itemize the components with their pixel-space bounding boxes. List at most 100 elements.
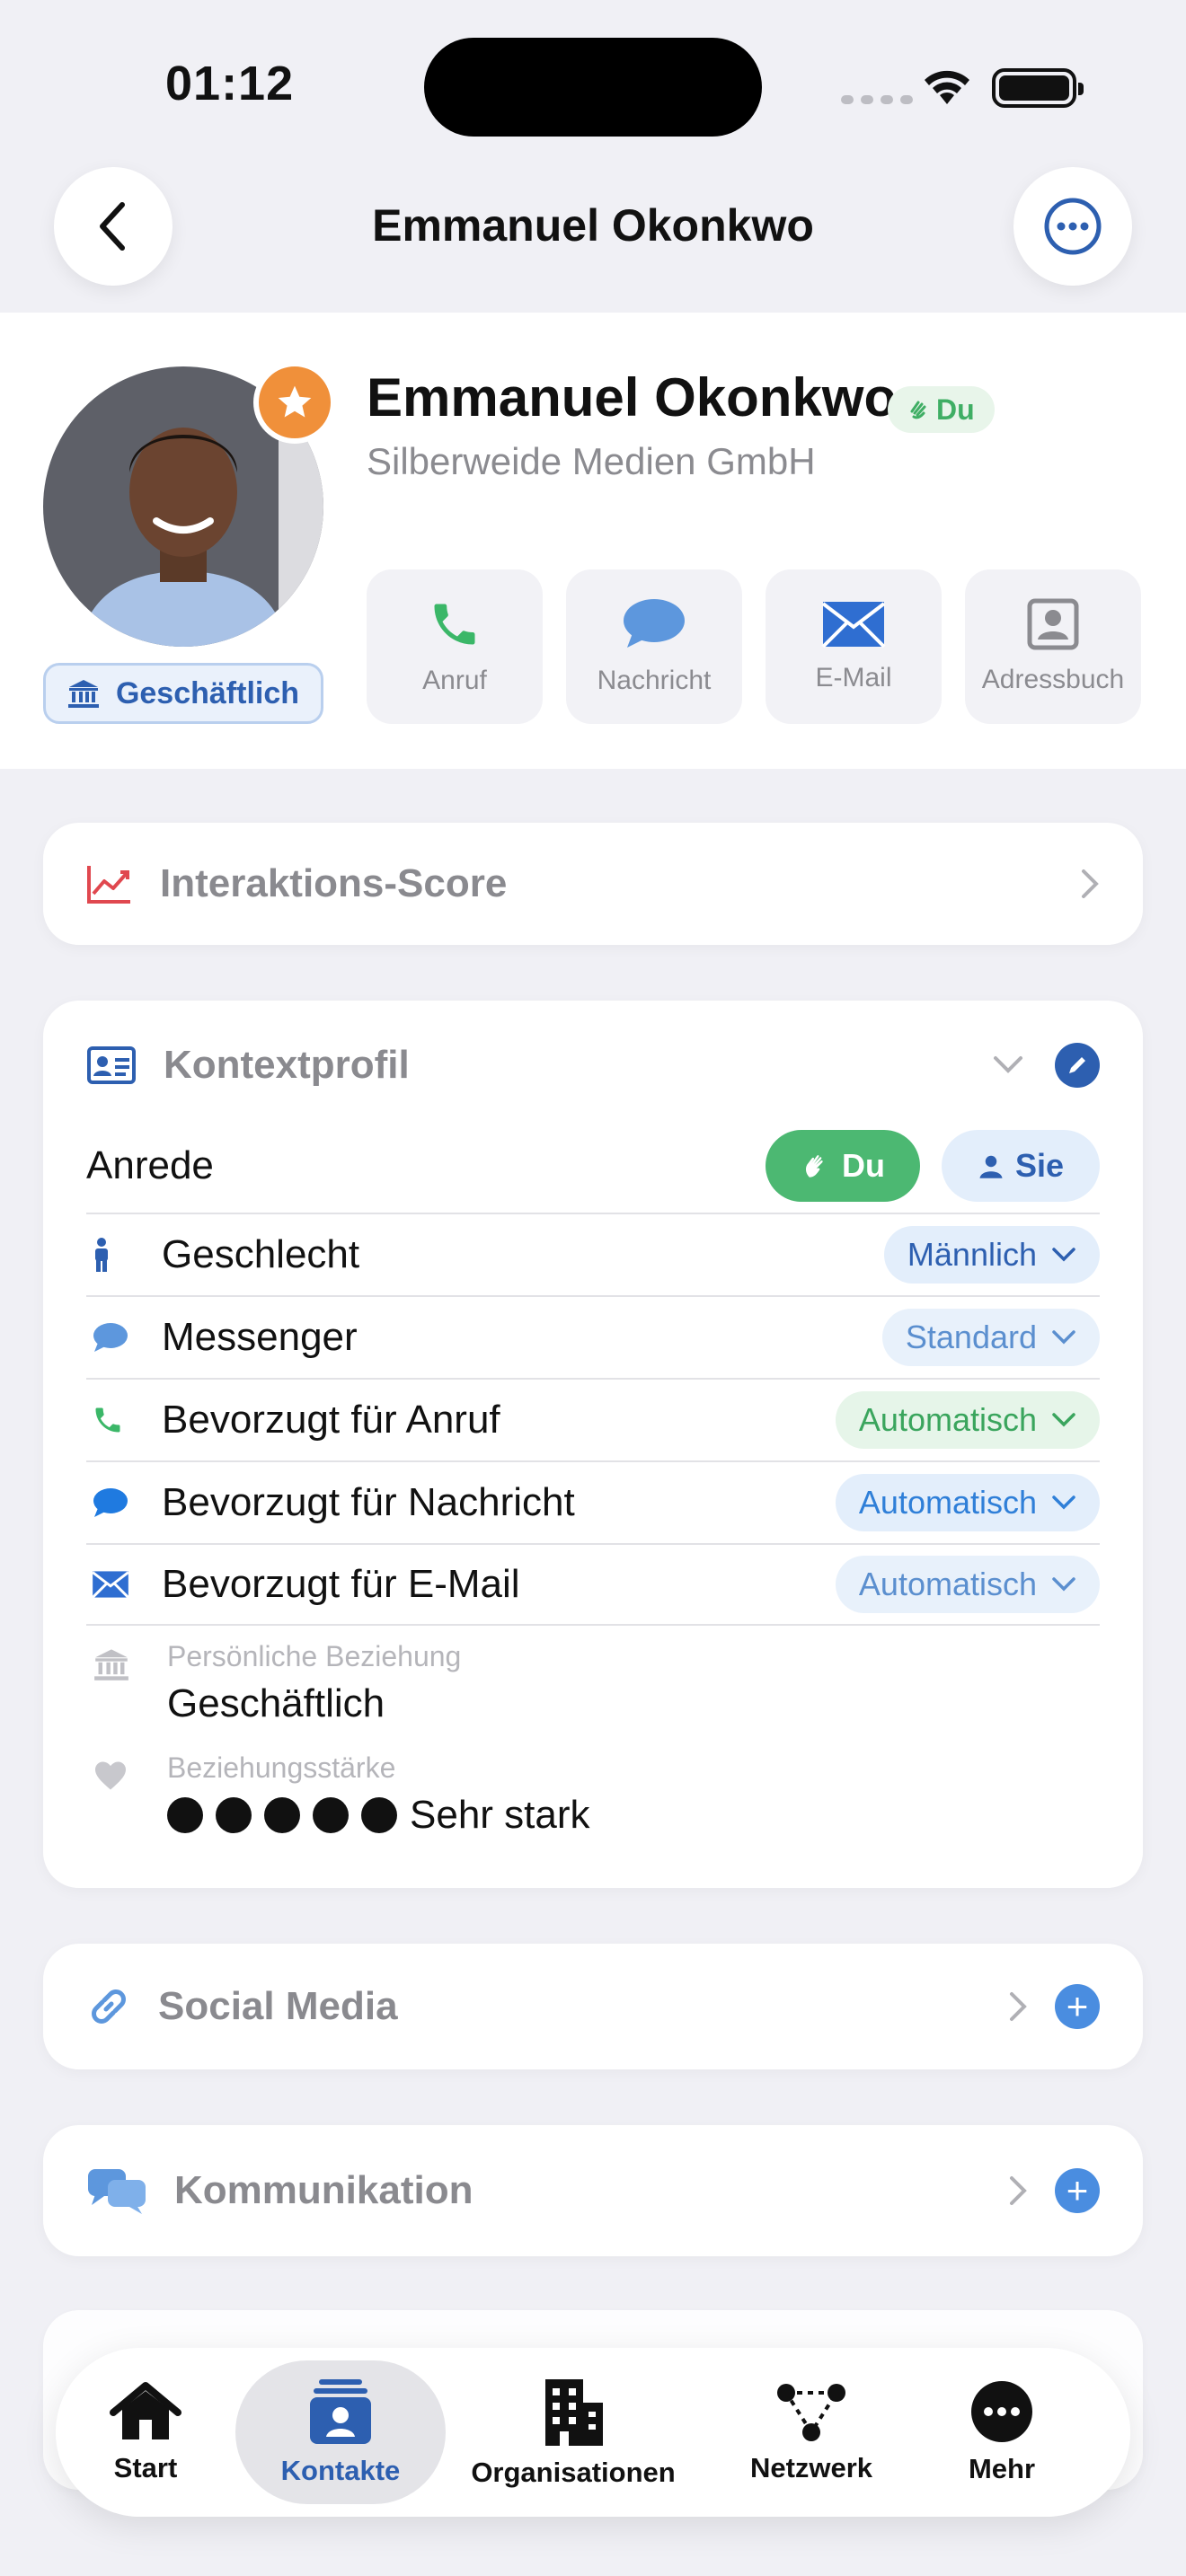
messenger-dropdown[interactable]: Standard	[881, 1309, 1100, 1366]
link-icon	[92, 1989, 126, 2024]
wifi-icon	[925, 70, 969, 104]
personal-relationship-label: Persönliche Beziehung	[167, 1640, 462, 1672]
contacts-icon	[310, 2379, 371, 2444]
interaction-score-card[interactable]: Interaktions-Score	[43, 823, 1143, 945]
preferred-email-label: Bevorzugt für E-Mail	[162, 1562, 520, 1606]
waving-hand-icon	[910, 401, 926, 419]
status-bar: 01:12	[0, 0, 1186, 153]
context-profile-title: Kontextprofil	[164, 1043, 410, 1087]
preferred-message-dropdown[interactable]: Automatisch	[835, 1474, 1100, 1531]
relationship-strength-rating: Sehr stark	[167, 1793, 590, 1838]
preferred-email-row: Bevorzugt für E-Mail Automatisch	[86, 1543, 1100, 1626]
chevron-down-icon	[1052, 1577, 1075, 1592]
plus-icon: +	[1066, 1985, 1089, 2027]
tab-organisationen[interactable]: Organisationen	[446, 2360, 701, 2504]
call-action-button[interactable]: Anruf	[367, 569, 543, 724]
quick-actions: Anruf Nachricht E-Mail Adressbuch	[367, 569, 1141, 724]
status-time: 01:12	[165, 57, 295, 110]
relationship-strength-label: Beziehungsstärke	[167, 1751, 396, 1784]
bank-building-icon	[67, 680, 99, 708]
relationship-strength-value: Sehr stark	[410, 1793, 590, 1837]
message-action-button[interactable]: Nachricht	[566, 569, 742, 724]
relationship-chip[interactable]: Geschäftlich	[43, 663, 323, 724]
preferred-message-label: Bevorzugt für Nachricht	[162, 1480, 575, 1524]
chevron-right-icon	[1082, 869, 1099, 898]
chevron-right-icon	[1010, 1992, 1027, 2021]
tab-netzwerk[interactable]: Netzwerk	[701, 2360, 922, 2504]
strength-dot	[361, 1797, 397, 1833]
contact-card-icon	[1027, 598, 1079, 650]
address-book-action-button[interactable]: Adressbuch	[965, 569, 1141, 724]
anrede-label: Anrede	[86, 1143, 214, 1187]
page-title: Emmanuel Okonkwo	[372, 200, 814, 251]
envelope-icon	[92, 1571, 129, 1599]
strength-dot	[264, 1797, 300, 1833]
phone-icon	[95, 1407, 120, 1433]
more-icon	[971, 2381, 1032, 2442]
cellular-signal-icon	[841, 95, 913, 104]
chevron-down-icon[interactable]	[992, 1054, 1024, 1076]
ellipsis-circle-icon	[1044, 198, 1102, 255]
trend-chart-icon	[87, 866, 130, 904]
star-icon	[278, 385, 312, 418]
battery-icon	[992, 68, 1084, 108]
network-icon	[777, 2384, 845, 2441]
gender-row: Geschlecht Männlich	[86, 1213, 1100, 1295]
heart-icon	[95, 1761, 126, 1790]
add-communication-button[interactable]: +	[1055, 2168, 1100, 2213]
communication-title: Kommunikation	[174, 2168, 474, 2212]
strength-dot	[167, 1797, 203, 1833]
chat-bubbles-icon	[88, 2169, 146, 2214]
pencil-icon	[1069, 1057, 1085, 1073]
chevron-down-icon	[1052, 1413, 1075, 1427]
tab-mehr[interactable]: Mehr	[922, 2360, 1082, 2504]
address-form-badge: Du	[888, 386, 995, 433]
company-name[interactable]: Silberweide Medien GmbH	[367, 440, 816, 483]
tab-start[interactable]: Start	[56, 2360, 235, 2504]
id-card-icon	[87, 1046, 136, 1084]
interaction-score-title: Interaktions-Score	[160, 861, 508, 905]
dynamic-island	[424, 38, 762, 137]
relationship-chip-label: Geschäftlich	[115, 675, 300, 710]
preferred-email-dropdown[interactable]: Automatisch	[835, 1556, 1100, 1613]
social-media-card[interactable]: Social Media +	[43, 1944, 1143, 2069]
more-options-button[interactable]	[1013, 167, 1132, 286]
phone-icon	[434, 604, 475, 645]
strength-dot	[216, 1797, 252, 1833]
message-bubble-icon	[93, 1488, 128, 1517]
anrede-sie-button[interactable]: Sie	[942, 1130, 1100, 1202]
strength-dot	[313, 1797, 349, 1833]
favorite-badge[interactable]	[253, 361, 336, 444]
chevron-down-icon	[1052, 1330, 1075, 1345]
relationship-strength-field[interactable]: Beziehungsstärke Sehr stark	[86, 1751, 1100, 1863]
house-icon	[110, 2382, 181, 2439]
envelope-icon	[821, 602, 886, 648]
person-standing-icon	[95, 1238, 108, 1272]
add-social-media-button[interactable]: +	[1055, 1984, 1100, 2029]
preferred-message-row: Bevorzugt für Nachricht Automatisch	[86, 1460, 1100, 1543]
plus-icon: +	[1066, 2169, 1089, 2211]
chevron-down-icon	[1052, 1248, 1075, 1262]
message-bubble-icon	[624, 599, 685, 648]
edit-button[interactable]	[1055, 1043, 1100, 1088]
chevron-right-icon	[1010, 2176, 1027, 2205]
context-profile-card: Kontextprofil Anrede Du Sie Geschlecht M…	[43, 1001, 1143, 1888]
email-action-button[interactable]: E-Mail	[766, 569, 942, 724]
messenger-row: Messenger Standard	[86, 1295, 1100, 1378]
preferred-call-dropdown[interactable]: Automatisch	[835, 1391, 1100, 1449]
tab-bar: Start Kontakte Organisationen Netzwerk M…	[56, 2348, 1130, 2517]
tab-kontakte[interactable]: Kontakte	[235, 2360, 446, 2504]
communication-card[interactable]: Kommunikation +	[43, 2125, 1143, 2256]
bank-building-icon	[94, 1649, 128, 1681]
anrede-du-button[interactable]: Du	[766, 1130, 920, 1202]
chevron-down-icon	[1052, 1495, 1075, 1510]
gender-dropdown[interactable]: Männlich	[883, 1226, 1100, 1284]
social-media-title: Social Media	[158, 1984, 398, 2028]
preferred-call-label: Bevorzugt für Anruf	[162, 1398, 500, 1442]
context-profile-header[interactable]: Kontextprofil	[43, 1001, 1143, 1130]
contact-name: Emmanuel Okonkwo	[367, 367, 898, 428]
preferred-call-row: Bevorzugt für Anruf Automatisch	[86, 1378, 1100, 1460]
person-icon	[979, 1155, 1003, 1178]
personal-relationship-field[interactable]: Persönliche Beziehung Geschäftlich	[86, 1640, 1100, 1748]
messenger-label: Messenger	[162, 1315, 358, 1359]
